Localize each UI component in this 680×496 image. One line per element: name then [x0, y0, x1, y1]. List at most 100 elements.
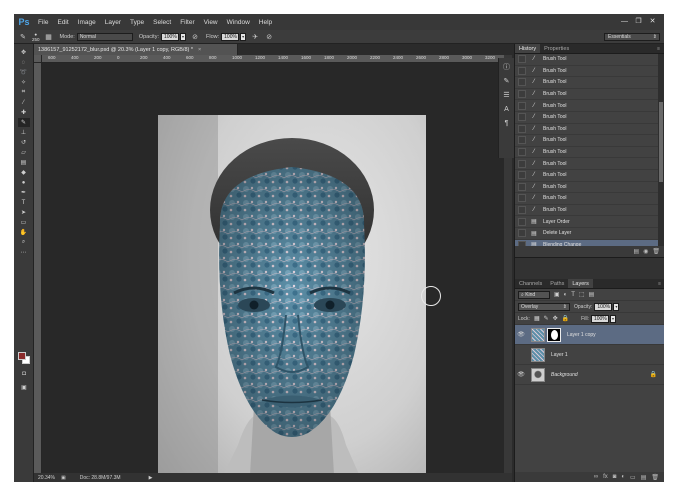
- history-source-checkbox[interactable]: [518, 148, 526, 157]
- fill-stepper[interactable]: ▾: [609, 314, 616, 323]
- history-source-checkbox[interactable]: [518, 136, 526, 145]
- history-item[interactable]: ▤ Blending Change: [515, 239, 664, 246]
- info-icon[interactable]: ⓘ: [502, 62, 512, 72]
- marquee-tool-icon[interactable]: ◌: [18, 58, 30, 67]
- menu-type[interactable]: Type: [130, 19, 144, 26]
- delete-state-icon[interactable]: 🗑: [652, 248, 660, 255]
- workspace-select[interactable]: Essentials ⇕: [604, 33, 660, 41]
- history-item[interactable]: ⁄ Brush Tool: [515, 77, 664, 89]
- minimize-button[interactable]: —: [619, 16, 630, 26]
- history-item[interactable]: ⁄ Brush Tool: [515, 89, 664, 101]
- menu-file[interactable]: File: [38, 19, 48, 26]
- healing-brush-tool-icon[interactable]: ✚: [18, 108, 30, 117]
- history-item[interactable]: ⁄ Brush Tool: [515, 112, 664, 124]
- menu-filter[interactable]: Filter: [180, 19, 194, 26]
- pressure-size-icon[interactable]: ⊘: [264, 32, 274, 42]
- history-source-checkbox[interactable]: [518, 113, 526, 122]
- quick-select-tool-icon[interactable]: ✧: [18, 78, 30, 87]
- lock-image-icon[interactable]: ✎: [544, 315, 549, 322]
- menu-view[interactable]: View: [204, 19, 218, 26]
- history-source-checkbox[interactable]: [518, 229, 526, 238]
- lock-position-icon[interactable]: ✥: [553, 315, 558, 322]
- more-tools-icon[interactable]: ⋯: [18, 248, 30, 257]
- history-source-checkbox[interactable]: [518, 159, 526, 168]
- menu-select[interactable]: Select: [153, 19, 171, 26]
- snapshot-icon[interactable]: ◉: [643, 248, 648, 255]
- dodge-tool-icon[interactable]: ●: [18, 178, 30, 187]
- status-icon[interactable]: ▣: [61, 475, 66, 481]
- adjustment-layer-icon[interactable]: ◐: [621, 474, 625, 480]
- history-source-checkbox[interactable]: [518, 66, 526, 75]
- history-item[interactable]: ⁄ Brush Tool: [515, 54, 664, 66]
- filter-pixel-icon[interactable]: ▣: [554, 291, 560, 298]
- history-source-checkbox[interactable]: [518, 194, 526, 203]
- tab-layers[interactable]: Layers: [568, 279, 593, 288]
- tab-channels[interactable]: Channels: [515, 279, 546, 288]
- history-item[interactable]: ⁄ Brush Tool: [515, 158, 664, 170]
- history-brush-tool-icon[interactable]: ↺: [18, 138, 30, 147]
- history-source-checkbox[interactable]: [518, 206, 526, 215]
- history-scrollbar[interactable]: [658, 54, 664, 246]
- clone-stamp-tool-icon[interactable]: ⊥: [18, 128, 30, 137]
- visibility-eye-icon[interactable]: 👁: [515, 371, 527, 378]
- document-tab[interactable]: 1386157_91252172_blur.psd @ 20.3% (Layer…: [34, 44, 238, 55]
- menu-edit[interactable]: Edit: [57, 19, 68, 26]
- layer-row-layer-1-copy[interactable]: 👁 Layer 1 copy: [515, 325, 664, 345]
- filter-type-icon[interactable]: T: [571, 292, 575, 298]
- eyedropper-tool-icon[interactable]: ⁄: [18, 98, 30, 107]
- layer-style-icon[interactable]: fx: [603, 474, 608, 480]
- layer-opacity-stepper[interactable]: ▾: [613, 302, 620, 311]
- history-item[interactable]: ⁄ Brush Tool: [515, 182, 664, 194]
- pen-tool-icon[interactable]: ✒: [18, 188, 30, 197]
- flow-stepper[interactable]: ▾: [240, 32, 247, 41]
- screen-mode-icon[interactable]: ▣: [18, 383, 30, 392]
- add-mask-icon[interactable]: ◙: [613, 474, 617, 480]
- tab-paths[interactable]: Paths: [546, 279, 568, 288]
- menu-window[interactable]: Window: [227, 19, 250, 26]
- mode-select[interactable]: Normal: [76, 32, 133, 41]
- history-item[interactable]: ⁄ Brush Tool: [515, 170, 664, 182]
- filter-adjustment-icon[interactable]: ◐: [564, 292, 568, 298]
- link-layers-icon[interactable]: ∞: [594, 474, 598, 480]
- airbrush-icon[interactable]: ✈: [250, 32, 260, 42]
- new-document-from-state-icon[interactable]: ▤: [633, 248, 639, 255]
- close-button[interactable]: ✕: [647, 16, 658, 26]
- history-source-checkbox[interactable]: [518, 182, 526, 191]
- brush-panel-icon[interactable]: ▦: [44, 32, 54, 42]
- lasso-tool-icon[interactable]: ➰: [18, 68, 30, 77]
- type-tool-icon[interactable]: T: [18, 198, 30, 207]
- history-source-checkbox[interactable]: [518, 240, 526, 246]
- history-source-checkbox[interactable]: [518, 217, 526, 226]
- layer-row-layer-1[interactable]: Layer 1: [515, 345, 664, 365]
- flow-input[interactable]: 100%: [221, 32, 240, 41]
- fill-input[interactable]: 100%: [590, 314, 609, 323]
- history-source-checkbox[interactable]: [518, 90, 526, 99]
- menu-layer[interactable]: Layer: [105, 19, 121, 26]
- history-item[interactable]: ⁄ Brush Tool: [515, 147, 664, 159]
- pressure-opacity-icon[interactable]: ⊘: [190, 32, 200, 42]
- history-item[interactable]: ▤ Delete Layer: [515, 228, 664, 240]
- blend-mode-select[interactable]: Overlay ⇕: [518, 302, 570, 311]
- hand-tool-icon[interactable]: ✋: [18, 228, 30, 237]
- foreground-color-swatch[interactable]: [18, 352, 26, 360]
- brush-presets-icon[interactable]: ✎: [502, 76, 512, 86]
- history-item[interactable]: ⁄ Brush Tool: [515, 135, 664, 147]
- history-source-checkbox[interactable]: [518, 124, 526, 133]
- gradient-tool-icon[interactable]: ▤: [18, 158, 30, 167]
- canvas-area[interactable]: [42, 63, 504, 482]
- zoom-tool-icon[interactable]: ⌕: [18, 238, 30, 247]
- adjustments-icon[interactable]: ☰: [502, 90, 512, 100]
- eraser-tool-icon[interactable]: ▱: [18, 148, 30, 157]
- layer-mask-thumbnail[interactable]: [547, 327, 561, 342]
- brush-size[interactable]: ● 250: [32, 32, 40, 42]
- menu-image[interactable]: Image: [78, 19, 96, 26]
- history-item[interactable]: ⁄ Brush Tool: [515, 193, 664, 205]
- history-source-checkbox[interactable]: [518, 101, 526, 110]
- menu-help[interactable]: Help: [259, 19, 272, 26]
- opacity-input[interactable]: 100%: [161, 32, 179, 41]
- layer-opacity-input[interactable]: 100%: [594, 302, 613, 311]
- path-selection-tool-icon[interactable]: ➤: [18, 208, 30, 217]
- lock-transparent-icon[interactable]: ▦: [534, 315, 540, 322]
- opacity-stepper[interactable]: ▾: [180, 32, 186, 41]
- brush-tool-icon[interactable]: ✎: [17, 118, 30, 127]
